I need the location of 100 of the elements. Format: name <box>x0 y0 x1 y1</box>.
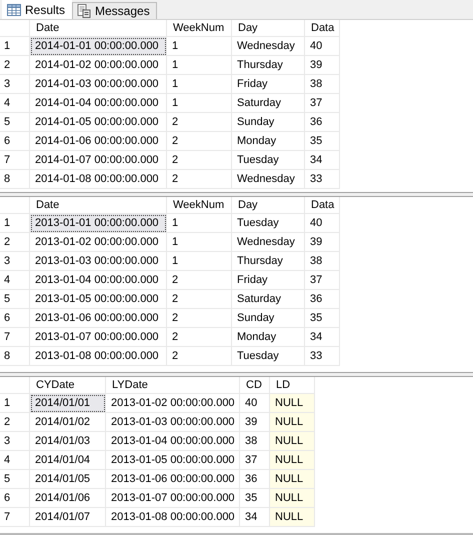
table-cell: 2014-01-08 00:00:00.000 <box>30 170 167 189</box>
table-cell: Friday <box>232 271 305 290</box>
table-cell: 36 <box>240 470 270 489</box>
table-cell: Tuesday <box>232 151 305 170</box>
table-cell: NULL <box>270 451 315 470</box>
table-cell: 2013-01-02 00:00:00.000 <box>106 394 240 413</box>
column-header[interactable]: CYDate <box>36 379 75 391</box>
tab[interactable]: Messages <box>72 2 157 19</box>
row-number: 4 <box>4 97 10 109</box>
table-cell: 2013-01-04 00:00:00.000 <box>106 432 240 451</box>
table-cell: Tuesday <box>232 214 305 233</box>
row-number: 6 <box>4 135 10 147</box>
table-cell: 2 <box>167 170 232 189</box>
table-cell: 2013-01-08 00:00:00.000 <box>106 508 240 527</box>
row-number: 8 <box>4 350 10 362</box>
table-cell: 2013-01-04 00:00:00.000 <box>30 271 167 290</box>
row-number: 7 <box>4 331 10 343</box>
table-cell: 1 <box>167 94 232 113</box>
table-cell: 2 <box>167 309 232 328</box>
table-cell: 33 <box>305 347 340 366</box>
table-cell: 2014-01-01 00:00:00.000 <box>30 37 167 56</box>
column-header[interactable]: Data <box>311 22 334 34</box>
table-cell: 2 <box>167 113 232 132</box>
column-header[interactable]: Day <box>238 199 258 211</box>
table-cell: Friday <box>232 75 305 94</box>
table-cell: Tuesday <box>232 347 305 366</box>
row-number: 2 <box>4 59 10 71</box>
header-corner[interactable] <box>0 197 30 214</box>
row-number: 6 <box>4 312 10 324</box>
column-header[interactable]: WeekNum <box>173 22 224 34</box>
row-number: 3 <box>4 435 10 447</box>
table-cell: 2013-01-02 00:00:00.000 <box>30 233 167 252</box>
table-cell: 2014/01/02 <box>30 413 106 432</box>
table-cell: 35 <box>305 309 340 328</box>
row-number: 1 <box>4 40 10 52</box>
table-cell: 2 <box>167 347 232 366</box>
column-header[interactable]: Day <box>238 22 258 34</box>
table-cell: Monday <box>232 132 305 151</box>
table-cell: NULL <box>270 508 315 527</box>
column-header[interactable]: WeekNum <box>173 199 224 211</box>
table-cell: Wednesday <box>232 233 305 252</box>
column-header[interactable]: CD <box>246 379 262 391</box>
table-cell: 2014/01/01 <box>30 394 106 413</box>
table-cell: 2014/01/04 <box>30 451 106 470</box>
table-cell: 1 <box>167 75 232 94</box>
table-cell: 2014/01/07 <box>30 508 106 527</box>
row-number: 6 <box>4 492 10 504</box>
column-header[interactable]: LD <box>276 379 290 391</box>
table-cell: 1 <box>167 233 232 252</box>
table-cell: 2 <box>167 271 232 290</box>
row-number: 2 <box>4 416 10 428</box>
tab[interactable]: Results <box>2 0 72 19</box>
column-header[interactable]: Date <box>36 22 60 34</box>
table-cell: 1 <box>167 252 232 271</box>
row-number: 8 <box>4 173 10 185</box>
table-cell: 39 <box>240 413 270 432</box>
table-cell: Sunday <box>232 113 305 132</box>
row-number: 7 <box>4 154 10 166</box>
header-corner[interactable] <box>0 377 30 394</box>
row-number: 3 <box>4 255 10 267</box>
table-cell: 2013-01-05 00:00:00.000 <box>106 451 240 470</box>
table-cell: 2013-01-07 00:00:00.000 <box>106 489 240 508</box>
table-cell: 2013-01-05 00:00:00.000 <box>30 290 167 309</box>
table-cell: 1 <box>167 214 232 233</box>
column-header[interactable]: LYDate <box>112 379 148 391</box>
row-number: 1 <box>4 397 10 409</box>
table-cell: 34 <box>305 151 340 170</box>
row-number: 2 <box>4 236 10 248</box>
table-cell: Saturday <box>232 94 305 113</box>
table-cell: 37 <box>240 451 270 470</box>
table-cell: 2014-01-06 00:00:00.000 <box>30 132 167 151</box>
table-cell: 2014-01-07 00:00:00.000 <box>30 151 167 170</box>
table-cell: 2 <box>167 132 232 151</box>
table-cell: 35 <box>305 132 340 151</box>
table-cell: 2014-01-04 00:00:00.000 <box>30 94 167 113</box>
row-number: 5 <box>4 293 10 305</box>
table-cell: Sunday <box>232 309 305 328</box>
table-cell: 2014/01/06 <box>30 489 106 508</box>
table-cell: 2013-01-07 00:00:00.000 <box>30 328 167 347</box>
table-cell: NULL <box>270 489 315 508</box>
column-header[interactable]: Date <box>36 199 60 211</box>
row-number: 5 <box>4 116 10 128</box>
table-cell: 2013-01-03 00:00:00.000 <box>30 252 167 271</box>
table-cell: 2013-01-01 00:00:00.000 <box>30 214 167 233</box>
table-cell: 35 <box>240 489 270 508</box>
column-header[interactable]: Data <box>311 199 334 211</box>
table-cell: Thursday <box>232 56 305 75</box>
table-cell: 37 <box>305 94 340 113</box>
grid-icon <box>7 4 21 16</box>
table-cell: 34 <box>240 508 270 527</box>
table-cell: 40 <box>305 37 340 56</box>
table-cell: 2014/01/05 <box>30 470 106 489</box>
header-corner[interactable] <box>0 20 30 37</box>
table-cell: NULL <box>270 432 315 451</box>
table-cell: 2014/01/03 <box>30 432 106 451</box>
row-number: 1 <box>4 217 10 229</box>
table-cell: Thursday <box>232 252 305 271</box>
table-cell: 2014-01-05 00:00:00.000 <box>30 113 167 132</box>
table-cell: NULL <box>270 470 315 489</box>
row-number: 7 <box>4 511 10 523</box>
